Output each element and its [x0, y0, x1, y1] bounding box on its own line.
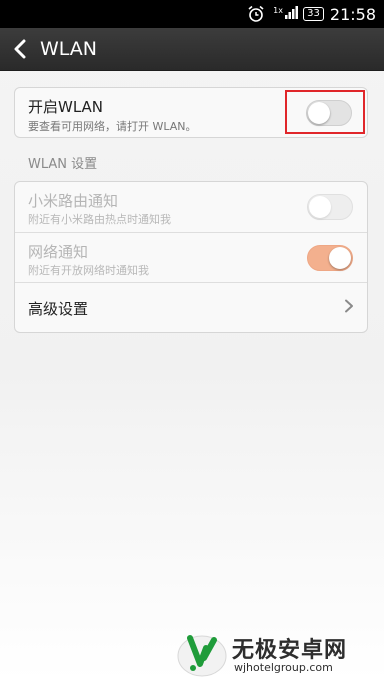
wlan-toggle-switch[interactable]: [306, 100, 352, 126]
section-header: WLAN 设置: [28, 157, 98, 172]
battery-indicator: 33: [303, 7, 324, 21]
watermark: 无极安卓网 wjhotelgroup.com: [176, 628, 376, 678]
list-item-subtitle: 附近有开放网络时通知我: [28, 264, 149, 277]
status-time: 21:58: [329, 4, 376, 24]
list-item-advanced-settings[interactable]: 高级设置: [15, 282, 367, 332]
status-bar: 1x 33 21:58: [0, 0, 384, 28]
wlan-toggle-subtitle: 要查看可用网络，请打开 WLAN。: [28, 120, 197, 133]
wlan-toggle-card: 开启WLAN 要查看可用网络，请打开 WLAN。: [14, 87, 368, 138]
chevron-left-icon: [14, 39, 26, 59]
back-button[interactable]: [4, 28, 36, 70]
list-item-network-notify: 网络通知 附近有开放网络时通知我: [15, 232, 367, 282]
title-bar: WLAN: [0, 28, 384, 71]
toggle-knob: [309, 196, 331, 218]
toggle-knob: [329, 247, 351, 269]
list-item-title: 高级设置: [28, 300, 89, 318]
network-type-label: 1x: [273, 6, 283, 15]
toggle-knob: [308, 102, 330, 124]
wlan-toggle-row[interactable]: 开启WLAN 要查看可用网络，请打开 WLAN。: [15, 88, 367, 137]
network-notify-toggle[interactable]: [307, 245, 353, 271]
list-item-xiaomi-router-notify: 小米路由通知 附近有小米路由热点时通知我: [15, 182, 367, 232]
alarm-icon: [248, 5, 264, 22]
list-item-title: 小米路由通知: [28, 192, 119, 210]
list-item-subtitle: 附近有小米路由热点时通知我: [28, 213, 171, 226]
chevron-right-icon: [345, 299, 353, 313]
wlan-settings-card: 小米路由通知 附近有小米路由热点时通知我 网络通知 附近有开放网络时通知我 高级…: [14, 181, 368, 333]
watermark-url: wjhotelgroup.com: [234, 661, 333, 674]
page-title: WLAN: [40, 38, 98, 60]
wlan-toggle-title: 开启WLAN: [28, 98, 104, 116]
list-item-title: 网络通知: [28, 243, 89, 261]
xiaomi-router-toggle[interactable]: [307, 194, 353, 220]
watermark-title: 无极安卓网: [232, 638, 348, 663]
watermark-logo-icon: [177, 635, 227, 677]
